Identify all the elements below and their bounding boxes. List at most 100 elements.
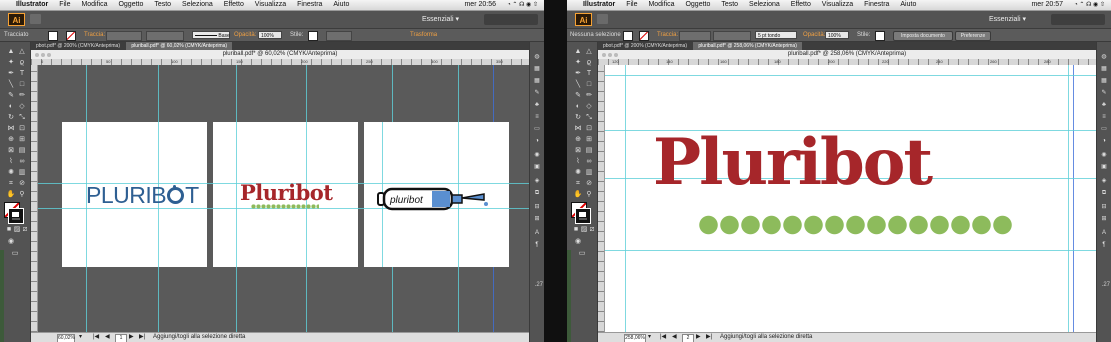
artboards-panel-icon[interactable]: ⧉ <box>1100 190 1108 197</box>
menu-modifica[interactable]: Modifica <box>648 0 674 10</box>
zoom-icon[interactable] <box>47 53 51 57</box>
rotate-tool-icon[interactable]: ↻ <box>573 114 583 122</box>
menu-app[interactable]: Illustrator <box>16 0 48 10</box>
shape-builder-icon[interactable]: ⊕ <box>6 136 16 144</box>
perspective-grid-icon[interactable]: ⊞ <box>584 136 594 144</box>
prev-artboard-icon[interactable]: ◀ <box>672 333 677 342</box>
transparency-panel-icon[interactable]: ◑ <box>533 138 541 145</box>
color-panel-icon[interactable]: ◍ <box>1100 54 1108 61</box>
stroke-panel-icon[interactable]: ≡ <box>1100 114 1108 121</box>
tab-pluriball[interactable]: pluriball.pdf* @ 258,06% (CMYK/Anteprima… <box>693 42 802 50</box>
canvas[interactable]: Pluribot <box>605 65 1096 332</box>
type-panel-icon[interactable]: A <box>1100 230 1108 237</box>
layers-panel-icon[interactable]: ◈ <box>1100 178 1108 185</box>
stroke-panel-icon[interactable]: ≡ <box>533 114 541 121</box>
symbol-sprayer-icon[interactable]: ✺ <box>6 169 16 177</box>
next-artboard-icon[interactable]: ▶ <box>696 333 701 342</box>
magic-wand-icon[interactable]: ✦ <box>6 59 16 67</box>
artboards-panel-icon[interactable]: ⧉ <box>533 190 541 197</box>
stroke-color-icon[interactable] <box>575 208 591 224</box>
scale-tool-icon[interactable]: ⤡ <box>17 114 27 122</box>
menu-oggetto[interactable]: Oggetto <box>685 0 710 10</box>
graph-tool-icon[interactable]: ▥ <box>17 169 27 177</box>
paragraph-panel-icon[interactable]: ¶ <box>1100 242 1108 249</box>
align-panel-icon[interactable]: ⊟ <box>1100 204 1108 211</box>
menu-finestra[interactable]: Finestra <box>297 0 322 10</box>
layers-panel-icon[interactable]: ◈ <box>533 178 541 185</box>
menu-effetto[interactable]: Effetto <box>791 0 811 10</box>
artboard-number[interactable]: 1 <box>115 334 127 342</box>
document-setup-button[interactable]: Imposta documento <box>893 31 953 41</box>
free-transform-icon[interactable]: ⊡ <box>584 125 594 133</box>
menu-aiuto[interactable]: Aiuto <box>900 0 916 10</box>
blob-brush-icon[interactable]: ◐ <box>573 103 583 111</box>
paragraph-panel-icon[interactable]: ¶ <box>533 242 541 249</box>
zoom-dropdown-icon[interactable]: ▾ <box>648 333 651 342</box>
graph-tool-icon[interactable]: ▥ <box>584 169 594 177</box>
perspective-grid-icon[interactable]: ⊞ <box>17 136 27 144</box>
draw-mode-icon[interactable]: ◉ <box>573 238 583 246</box>
stroke-weight-field[interactable] <box>679 31 711 41</box>
status-icons[interactable]: ◔ ⌃ ☊ ◉ ⇧ <box>1074 0 1105 10</box>
gradient-tool-icon[interactable]: ▤ <box>584 147 594 155</box>
guide[interactable] <box>236 122 237 267</box>
artboard-2[interactable]: Pluribot <box>213 122 358 267</box>
symbols-panel-icon[interactable]: ♣ <box>1100 102 1108 109</box>
artboard-2-zoomed[interactable]: Pluribot <box>605 65 1096 332</box>
artboard-1[interactable]: PLURIB T <box>62 122 207 267</box>
minimize-icon[interactable] <box>41 53 45 57</box>
preferences-button[interactable]: Preferenze <box>955 31 991 41</box>
rotate-tool-icon[interactable]: ↻ <box>6 114 16 122</box>
menu-oggetto[interactable]: Oggetto <box>118 0 143 10</box>
mesh-tool-icon[interactable]: ⊠ <box>573 147 583 155</box>
none-mode-icon[interactable]: ⧄ <box>587 226 597 234</box>
brushes-panel-icon[interactable]: ✎ <box>1100 90 1108 97</box>
stroke-label[interactable]: Traccia: <box>84 29 105 41</box>
pen-tool-icon[interactable]: ✒ <box>573 70 583 78</box>
slice-tool-icon[interactable]: ⊘ <box>17 180 27 188</box>
eyedropper-icon[interactable]: ⌇ <box>573 158 583 166</box>
swatches-panel-icon[interactable]: ▦ <box>1100 78 1108 85</box>
menu-effetto[interactable]: Effetto <box>224 0 244 10</box>
eyedropper-icon[interactable]: ⌇ <box>6 158 16 166</box>
tab-pluriball[interactable]: pluriball.pdf* @ 60,02% (CMYK/Anteprima) <box>126 42 233 50</box>
vertical-ruler[interactable] <box>598 65 605 332</box>
hand-tool-icon[interactable]: ✋ <box>6 191 16 199</box>
menu-seleziona[interactable]: Seleziona <box>749 0 780 10</box>
menu-file[interactable]: File <box>626 0 637 10</box>
color-panel-icon[interactable]: ◍ <box>533 54 541 61</box>
selection-tool-icon[interactable]: ▲ <box>573 48 583 56</box>
opacity-label[interactable]: Opacità: <box>234 29 256 41</box>
graphic-styles-icon[interactable]: ▣ <box>1100 164 1108 171</box>
style-swatch[interactable] <box>875 31 885 41</box>
bridge-button[interactable] <box>597 14 608 24</box>
graphic-styles-icon[interactable]: ▣ <box>533 164 541 171</box>
pluribot-red-logo[interactable]: Pluribot <box>653 127 933 199</box>
scale-tool-icon[interactable]: ⤡ <box>584 114 594 122</box>
pluribot-blue-logo[interactable]: PLURIB T <box>86 182 199 208</box>
direct-selection-tool-icon[interactable]: △ <box>17 48 27 56</box>
shape-builder-icon[interactable]: ⊕ <box>573 136 583 144</box>
canvas[interactable]: PLURIB T Pluribot pluribot <box>38 65 529 332</box>
menu-testo[interactable]: Testo <box>154 0 171 10</box>
zoom-field[interactable]: 258,06% <box>624 334 646 342</box>
gradient-panel-icon[interactable]: ▭ <box>533 126 541 133</box>
swatches-panel-icon[interactable]: ▦ <box>533 78 541 85</box>
stroke-weight-field[interactable] <box>106 31 142 41</box>
minimize-icon[interactable] <box>608 53 612 57</box>
appearance-panel-icon[interactable]: ◉ <box>533 152 541 159</box>
color-guide-icon[interactable]: ▦ <box>533 66 541 73</box>
mesh-tool-icon[interactable]: ⊠ <box>6 147 16 155</box>
artboard-number[interactable]: 2 <box>682 334 694 342</box>
rectangle-tool-icon[interactable]: □ <box>17 81 27 89</box>
first-artboard-icon[interactable]: |◀ <box>660 333 666 342</box>
last-artboard-icon[interactable]: ▶| <box>706 333 712 342</box>
direct-selection-tool-icon[interactable]: △ <box>584 48 594 56</box>
guide[interactable] <box>625 65 626 332</box>
clock[interactable]: mer 20:56 <box>464 0 496 10</box>
clock[interactable]: mer 20:57 <box>1031 0 1063 10</box>
type-panel-icon[interactable]: A <box>533 230 541 237</box>
type-tool-icon[interactable]: T <box>584 70 594 78</box>
menu-finestra[interactable]: Finestra <box>864 0 889 10</box>
line-tool-icon[interactable]: ╲ <box>6 81 16 89</box>
